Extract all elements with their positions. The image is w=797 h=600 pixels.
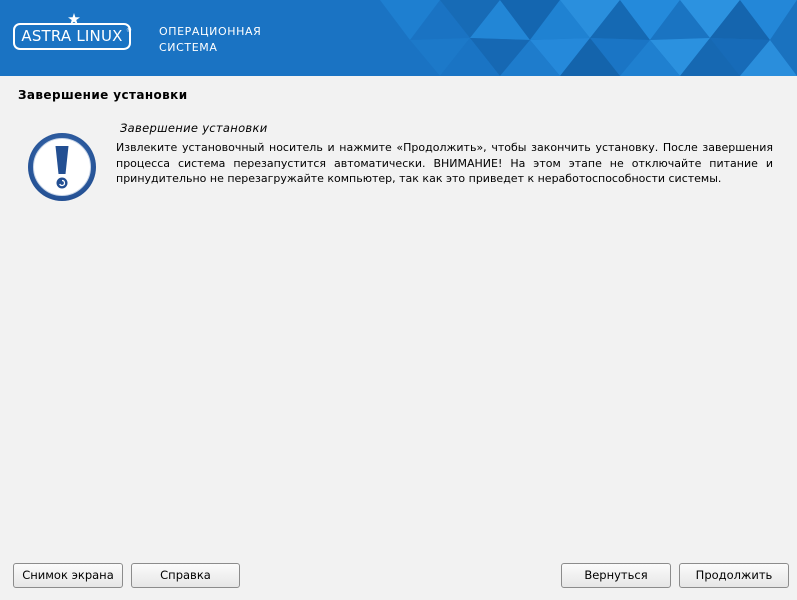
continue-button[interactable]: Продолжить	[679, 563, 789, 588]
message-heading: Завершение установки	[120, 121, 268, 135]
logo-text: ASTRA LINUX	[21, 27, 123, 45]
registered-mark: ®	[126, 27, 132, 34]
back-button[interactable]: Вернуться	[561, 563, 671, 588]
message-body: Извлеките установочный носитель и нажмит…	[116, 141, 773, 185]
logo-star-icon	[68, 13, 80, 25]
screenshot-button[interactable]: Снимок экрана	[13, 563, 123, 588]
os-subtitle-line1: ОПЕРАЦИОННАЯ	[159, 25, 262, 38]
astra-linux-logo: ASTRA LINUX	[13, 23, 131, 50]
page-title: Завершение установки	[18, 88, 188, 102]
os-subtitle-line2: СИСТЕМА	[159, 41, 218, 54]
header-banner: ASTRA LINUX ® ОПЕРАЦИОННАЯ СИСТЕМА	[0, 0, 797, 76]
warning-exclamation-icon	[28, 133, 96, 201]
help-button[interactable]: Справка	[131, 563, 240, 588]
os-subtitle: ОПЕРАЦИОННАЯ СИСТЕМА	[159, 24, 261, 56]
